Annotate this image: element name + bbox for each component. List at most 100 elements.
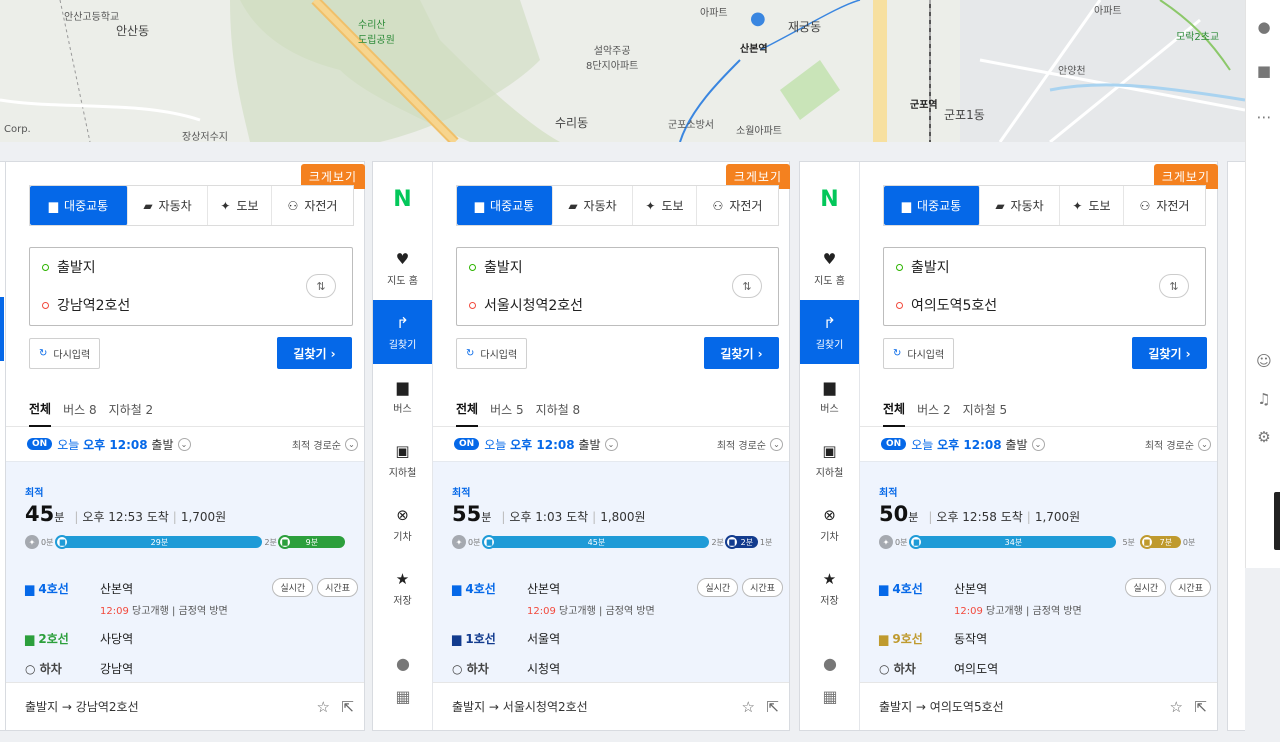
search-button[interactable]: 길찾기 › — [704, 337, 779, 369]
mode-walk[interactable]: ✦ 도보 — [208, 186, 272, 225]
mode-car[interactable]: ▰ 자동차 — [980, 186, 1060, 225]
grid-menu-icon[interactable]: ▦ — [800, 680, 860, 712]
sort-select[interactable]: 최적 경로순 ⌄ — [292, 437, 358, 452]
swap-icon[interactable]: ⇅ — [1159, 274, 1189, 298]
nav-bus[interactable]: ▆ 버스 — [373, 364, 432, 428]
nav-label: 지하철 — [388, 467, 417, 479]
route-card[interactable]: 최적 55분 | 오후 1:03 도착 | 1,800원 ✦ 0분 ▆ 45분 2분 ▆ 2분… — [433, 461, 789, 683]
depart-time[interactable]: 오후 12:08 — [83, 436, 147, 453]
nav-subway[interactable]: ▣ 지하철 — [373, 428, 432, 492]
origin-field[interactable]: 출발지 — [457, 248, 778, 286]
nav-map-home[interactable]: ♥ 지도 홈 — [800, 236, 859, 300]
user-icon[interactable]: ● — [1254, 18, 1274, 38]
on-badge[interactable]: ON — [454, 438, 480, 450]
map-view[interactable]: 안산고등학교 안산동 수리산 도립공원 설악주공 8단지아파트 산본역 재궁동 … — [0, 0, 1245, 142]
more-icon[interactable]: ⋯ — [1254, 108, 1274, 128]
origin-field[interactable]: 출발지 — [884, 248, 1205, 286]
mode-bike[interactable]: ⚇ 자전거 — [697, 186, 778, 225]
reset-button[interactable]: ↻ 다시입력 — [456, 338, 528, 369]
destination-dot-icon — [469, 301, 476, 309]
nav-saved[interactable]: ★ 저장 — [373, 556, 432, 620]
timetable-button[interactable]: 시간표 — [317, 578, 358, 597]
walk-time: 0분 — [41, 537, 54, 547]
chevron-down-icon[interactable]: ⌄ — [1031, 437, 1045, 451]
depart-time[interactable]: 오후 12:08 — [937, 436, 1001, 453]
reset-label: 다시입력 — [907, 350, 945, 361]
emoji-icon[interactable]: ☺ — [1254, 352, 1274, 372]
star-icon[interactable]: ☆ — [742, 698, 755, 716]
mode-transit[interactable]: ▆ 대중교통 — [30, 186, 128, 225]
reset-button[interactable]: ↻ 다시입력 — [883, 338, 955, 369]
origin-field[interactable]: 출발지 — [30, 248, 352, 286]
mode-walk[interactable]: ✦ 도보 — [633, 186, 697, 225]
tab-bus[interactable]: 버스 8 — [63, 392, 97, 427]
mode-walk[interactable]: ✦ 도보 — [1060, 186, 1124, 225]
nav-train[interactable]: ⊗ 기차 — [800, 492, 859, 556]
gear-icon[interactable]: ⚙ — [1254, 428, 1274, 448]
share-icon[interactable]: ⇱ — [1194, 698, 1207, 716]
nav-subway[interactable]: ▣ 지하철 — [800, 428, 859, 492]
grid-menu-icon[interactable]: ▦ — [373, 680, 433, 712]
reset-button[interactable]: ↻ 다시입력 — [29, 338, 101, 369]
tab-all[interactable]: 전체 — [883, 392, 906, 427]
tab-all[interactable]: 전체 — [456, 392, 479, 427]
mode-transit[interactable]: ▆ 대중교통 — [884, 186, 980, 225]
destination-field[interactable]: 서울시청역2호선 — [457, 286, 778, 324]
chat-icon[interactable]: ■ — [1254, 62, 1274, 82]
nav-directions[interactable]: ↱ 길찾기 — [800, 300, 859, 364]
bell-icon[interactable]: ♫ — [1254, 390, 1274, 410]
tab-bus[interactable]: 버스 2 — [917, 392, 951, 427]
nav-label: 기차 — [393, 531, 412, 543]
timetable-button[interactable]: 시간표 — [1170, 578, 1211, 597]
map-label: 재궁동 — [788, 20, 822, 34]
nav-bus[interactable]: ▆ 버스 — [800, 364, 859, 428]
map-location-pin-icon[interactable]: ● — [750, 8, 766, 29]
chevron-down-icon[interactable]: ⌄ — [177, 437, 191, 451]
naver-logo[interactable]: N — [800, 162, 859, 236]
share-icon[interactable]: ⇱ — [766, 698, 779, 716]
search-button[interactable]: 길찾기 › — [1132, 337, 1207, 369]
sort-select[interactable]: 최적 경로순 ⌄ — [717, 437, 783, 452]
tab-bus[interactable]: 버스 5 — [490, 392, 524, 427]
realtime-button[interactable]: 실시간 — [272, 578, 314, 597]
mode-transit[interactable]: ▆ 대중교통 — [457, 186, 553, 225]
swap-icon[interactable]: ⇅ — [306, 274, 336, 298]
on-badge[interactable]: ON — [881, 438, 907, 450]
tab-all[interactable]: 전체 — [29, 392, 52, 427]
sort-select[interactable]: 최적 경로순 ⌄ — [1145, 437, 1211, 452]
thumbnail[interactable] — [1274, 492, 1280, 550]
destination-field[interactable]: 여의도역5호선 — [884, 286, 1205, 324]
mode-bike[interactable]: ⚇ 자전거 — [272, 186, 353, 225]
realtime-button[interactable]: 실시간 — [1125, 578, 1167, 597]
nav-train[interactable]: ⊗ 기차 — [373, 492, 432, 556]
panel-content: 크게보기 ▆ 대중교통 ▰ 자동차 ✦ 도보 ⚇ 자전거 출발지 강남역2호선 ⇅ ↻ 다… — [6, 162, 365, 730]
profile-icon[interactable]: ● — [373, 647, 433, 679]
profile-icon[interactable]: ● — [800, 647, 860, 679]
tab-subway[interactable]: 지하철 8 — [536, 392, 581, 427]
station-name: 사당역 — [100, 632, 134, 646]
tab-subway[interactable]: 지하철 5 — [963, 392, 1008, 427]
depart-time[interactable]: 오후 12:08 — [510, 436, 574, 453]
route-card[interactable]: 최적 45분 | 오후 12:53 도착 | 1,700원 ✦ 0분 ▆ 29분 2분 ▆ 9… — [6, 461, 364, 683]
route-inputs: 출발지 서울시청역2호선 ⇅ — [456, 247, 779, 326]
realtime-button[interactable]: 실시간 — [697, 578, 739, 597]
nav-saved[interactable]: ★ 저장 — [800, 556, 859, 620]
nav-directions[interactable]: ↱ 길찾기 — [373, 300, 432, 364]
mode-car[interactable]: ▰ 자동차 — [128, 186, 208, 225]
on-badge[interactable]: ON — [27, 438, 53, 450]
tab-subway[interactable]: 지하철 2 — [109, 392, 154, 427]
nav-map-home[interactable]: ♥ 지도 홈 — [373, 236, 432, 300]
chevron-down-icon[interactable]: ⌄ — [604, 437, 618, 451]
route-card[interactable]: 최적 50분 | 오후 12:58 도착 | 1,700원 ✦ 0분 ▆ 34분 5분 ▆ 7… — [860, 461, 1217, 683]
timetable-button[interactable]: 시간표 — [742, 578, 783, 597]
star-icon[interactable]: ☆ — [317, 698, 330, 716]
naver-logo[interactable]: N — [373, 162, 432, 236]
destination-field[interactable]: 강남역2호선 — [30, 286, 352, 324]
swap-icon[interactable]: ⇅ — [732, 274, 762, 298]
star-icon[interactable]: ☆ — [1170, 698, 1183, 716]
mode-bike[interactable]: ⚇ 자전거 — [1124, 186, 1205, 225]
mode-car[interactable]: ▰ 자동차 — [553, 186, 633, 225]
search-button[interactable]: 길찾기 › — [277, 337, 352, 369]
step-actions: 실시간 시간표 — [1121, 578, 1211, 597]
share-icon[interactable]: ⇱ — [341, 698, 354, 716]
